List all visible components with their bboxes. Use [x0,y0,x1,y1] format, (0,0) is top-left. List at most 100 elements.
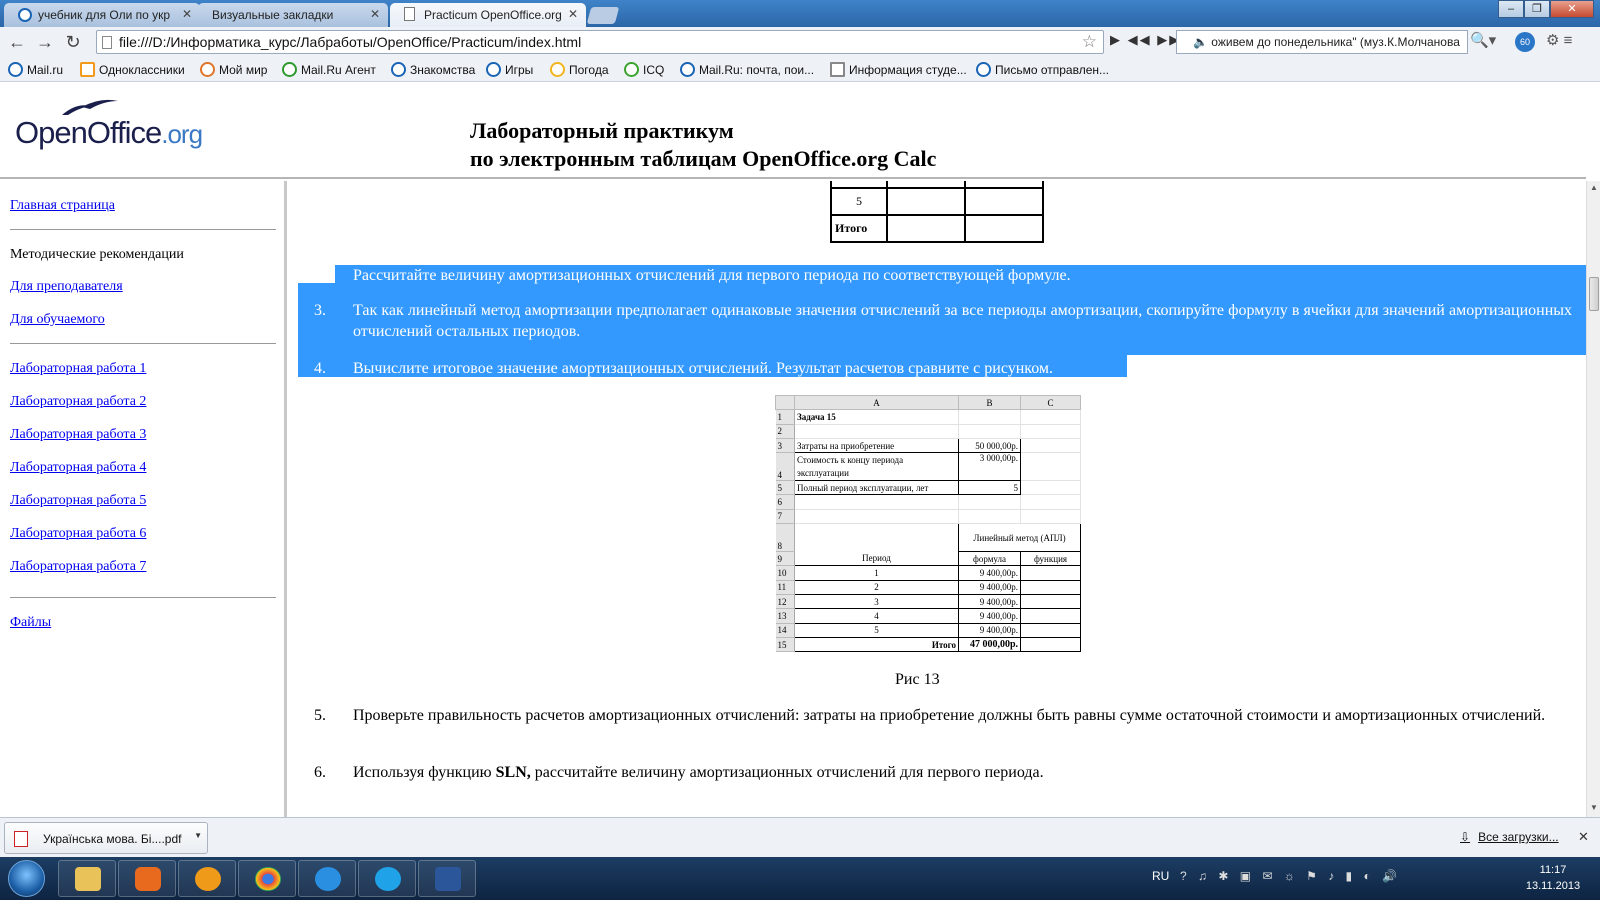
taskbar-word[interactable] [418,860,476,897]
bookmark-star-icon[interactable]: ☆ [1082,32,1097,52]
window-controls: – ❐ ✕ [1498,0,1594,18]
sidebar-link-home[interactable]: Главная страница [10,198,115,214]
taskbar-mail-agent[interactable] [178,860,236,897]
bookmark-agent[interactable]: Mail.Ru Агент [282,62,376,77]
openoffice-logo: OpenOffice.org [15,115,203,150]
vertical-scrollbar[interactable]: ▲ ▼ [1586,181,1600,817]
bookmark-odnoklassniki[interactable]: Одноклассники [80,62,185,77]
notification-badge[interactable]: 60 [1515,32,1535,52]
mail-icon [18,8,32,22]
sidebar-link-lab-4[interactable]: Лабораторная работа 4 [10,460,146,476]
table-row: 14 5 9 400,00р. [775,622,1081,638]
tab-practicum[interactable]: Practicum OpenOffice.org ✕ [390,3,586,27]
pdf-icon [14,831,28,847]
mail-icon [8,62,23,77]
tab-strip: учебник для Оли по укр ✕ Визуальные закл… [0,0,1600,27]
at-icon [391,62,406,77]
taskbar-explorer[interactable] [58,860,116,897]
all-downloads-link[interactable]: ⇩ Все загрузки... [1460,830,1559,844]
minimize-button[interactable]: – [1498,0,1524,18]
folder-icon [75,867,101,891]
at-icon [195,867,221,891]
table-row: 12 3 9 400,00р. [775,593,1081,610]
page-icon [102,36,112,49]
language-indicator[interactable]: RU [1152,869,1169,883]
scroll-down-arrow-icon[interactable]: ▼ [1590,803,1598,812]
taskbar-skype[interactable] [358,860,416,897]
table-row: 11 2 9 400,00р. [775,579,1081,595]
table-row: 13 4 9 400,00р. [775,608,1081,624]
page-title: Лабораторный практикум по электронным та… [470,118,937,171]
agent-icon [282,62,297,77]
media-track-field[interactable]: 🔈 оживем до понедельника" (муз.К.Молчано… [1176,30,1468,54]
weather-icon [550,62,565,77]
sidebar-link-teacher[interactable]: Для преподавателя [10,279,123,295]
divider [10,229,276,230]
taskbar-internet-explorer[interactable] [298,860,356,897]
taskbar-chrome[interactable] [238,860,296,897]
search-icon[interactable]: 🔍▾ [1470,31,1496,49]
icq-flower-icon [624,62,639,77]
divider [10,597,276,598]
sidebar-link-lab-6[interactable]: Лабораторная работа 6 [10,526,146,542]
sidebar-link-lab-5[interactable]: Лабораторная работа 5 [10,493,146,509]
scroll-up-arrow-icon[interactable]: ▲ [1590,183,1598,192]
window-close-button[interactable]: ✕ [1550,0,1594,18]
bookmark-pogoda[interactable]: Погода [550,62,609,77]
document-icon [830,62,845,77]
bookmark-icq[interactable]: ICQ [624,62,664,77]
bookmark-znakomstva[interactable]: Знакомства [391,62,475,77]
sidebar-link-student[interactable]: Для обучаемого [10,312,105,328]
sidebar-link-lab-2[interactable]: Лабораторная работа 2 [10,394,146,410]
download-bar: Українська мова. Бі....pdf ▼ ⇩ Все загруз… [0,817,1600,857]
maximize-button[interactable]: ❐ [1524,0,1550,18]
close-icon[interactable]: ✕ [182,7,192,21]
bookmark-letter-sent[interactable]: Письмо отправлен... [976,62,1109,77]
browser-toolbar: ← → ↻ file:///D:/Информатика_курс/Лабраб… [0,27,1600,58]
page-header: OpenOffice.org Лабораторный практикум по… [0,83,1586,179]
bookmark-moy-mir[interactable]: Мой мир [200,62,267,77]
system-clock[interactable]: 11:17 13.11.2013 [1518,862,1588,894]
chevron-down-icon[interactable]: ▼ [194,831,202,840]
sidebar-link-files[interactable]: Файлы [10,615,51,631]
media-controls[interactable]: ▶ ◀◀ ▶▶ [1110,32,1181,48]
new-tab-button[interactable] [586,7,620,24]
start-button[interactable] [8,860,45,897]
table-cell: Итого [830,214,888,243]
back-button[interactable]: ← [6,31,28,53]
sidebar-link-lab-3[interactable]: Лабораторная работа 3 [10,427,146,443]
download-item[interactable]: Українська мова. Бі....pdf ▼ [4,822,208,854]
reload-button[interactable]: ↻ [62,31,84,53]
sidebar-link-lab-1[interactable]: Лабораторная работа 1 [10,361,146,377]
tab-visual-bookmarks[interactable]: Визуальные закладки ✕ [198,3,388,27]
tray-icons[interactable]: ? ♫ ✱ ▣ ✉ ☼ ⚑ ♪ ▮ ◐ 🔊 [1180,869,1401,883]
games-icon [486,62,501,77]
document-icon [404,7,415,21]
bookmarks-bar: Mail.ru Одноклассники Мой мир Mail.Ru Аг… [0,58,1600,82]
bookmark-igry[interactable]: Игры [486,62,533,77]
speaker-icon: 🔈 [1193,35,1208,49]
close-icon[interactable]: ✕ [370,7,380,21]
top-table-fragment: 5 Итого [830,181,1044,243]
close-icon[interactable]: ✕ [1578,829,1589,845]
wrench-icon[interactable]: ⚙ ≡ [1546,31,1572,49]
forward-button[interactable]: → [34,31,56,53]
table-cell: 5 [830,187,888,216]
taskbar-media-player[interactable] [118,860,176,897]
ok-icon [80,62,95,77]
browser-icon [255,867,281,891]
scrollbar-thumb[interactable] [1589,277,1599,311]
tab-uchebnik[interactable]: учебник для Оли по укр ✕ [4,3,200,27]
skype-icon [375,867,401,891]
figure-caption: Рис 13 [895,671,940,688]
bookmark-mailru-mail[interactable]: Mail.Ru: почта, пои... [680,62,814,77]
address-bar[interactable]: file:///D:/Информатика_курс/Лабработы/Op… [96,30,1104,54]
sidebar-link-lab-7[interactable]: Лабораторная работа 7 [10,559,146,575]
close-icon[interactable]: ✕ [568,7,578,21]
bookmark-student-info[interactable]: Информация студе... [830,62,967,77]
sidebar-heading-methods: Методические рекомендации [10,247,184,262]
bookmark-mailru[interactable]: Mail.ru [8,62,63,77]
sidebar-nav: Главная страница Методические рекомендац… [0,181,287,817]
main-content: 5 Итого 2. Рассчитайте величину амортиза… [290,181,1586,817]
windows-taskbar: RU ? ♫ ✱ ▣ ✉ ☼ ⚑ ♪ ▮ ◐ 🔊 11:17 13.11.201… [0,857,1600,900]
